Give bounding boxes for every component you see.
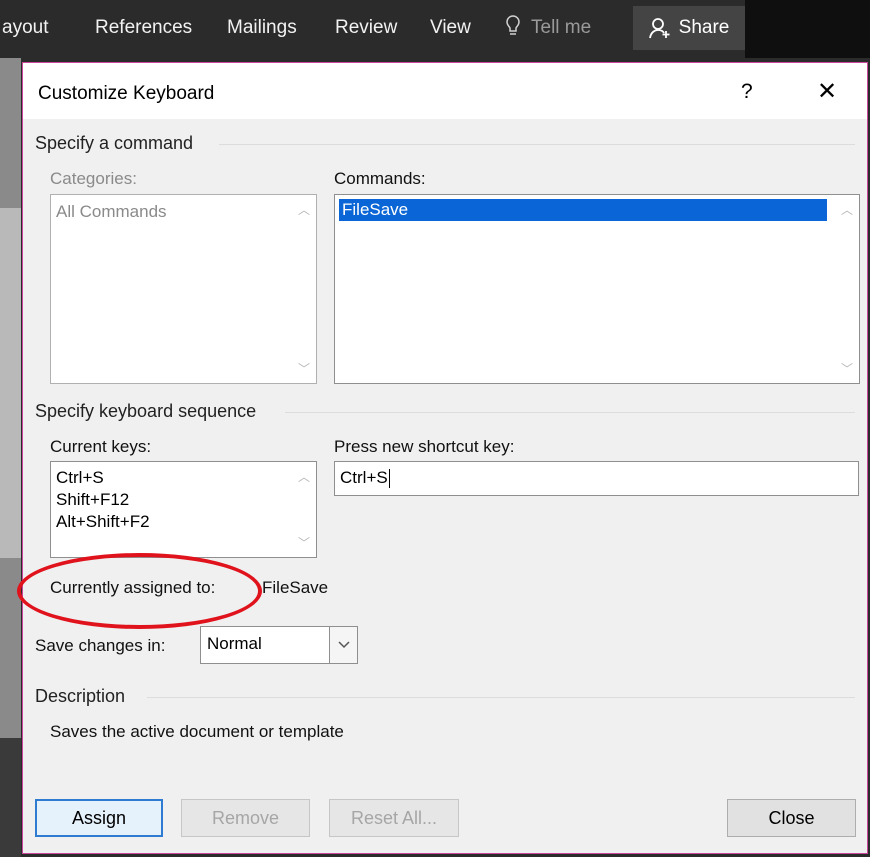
current-key-item[interactable]: Ctrl+S — [56, 468, 104, 488]
chevron-up-icon[interactable]: ︿ — [298, 468, 310, 485]
categories-listbox[interactable]: All Commands ︿ ﹀ — [50, 194, 317, 384]
chevron-down-icon[interactable]: ﹀ — [298, 534, 310, 551]
group-divider — [147, 697, 855, 698]
tab-mailings[interactable]: Mailings — [227, 17, 297, 39]
document-edge-dark — [0, 738, 21, 857]
tab-review[interactable]: Review — [335, 17, 397, 39]
tab-layout[interactable]: ayout — [2, 17, 48, 39]
assign-button[interactable]: Assign — [35, 799, 163, 837]
categories-label: Categories: — [50, 169, 137, 188]
save-in-value: Normal — [207, 634, 262, 653]
commands-label: Commands: — [334, 169, 426, 188]
description-text: Saves the active document or template — [50, 722, 344, 741]
commands-scrollbar[interactable]: ︿ ﹀ — [835, 195, 859, 383]
group-divider — [219, 144, 855, 145]
chevron-up-icon[interactable]: ︿ — [298, 201, 310, 218]
category-item[interactable]: All Commands — [56, 202, 167, 222]
remove-button[interactable]: Remove — [181, 799, 310, 837]
close-button[interactable]: Close — [727, 799, 856, 837]
share-button[interactable]: Share — [633, 6, 745, 50]
chevron-up-icon[interactable]: ︿ — [841, 201, 853, 218]
new-key-label: Press new shortcut key: — [334, 437, 515, 456]
dialog-title: Customize Keyboard — [38, 83, 215, 104]
reset-all-button[interactable]: Reset All... — [329, 799, 459, 837]
chevron-down-icon[interactable]: ﹀ — [841, 360, 853, 377]
assigned-label: Currently assigned to: — [50, 578, 216, 597]
categories-scrollbar[interactable]: ︿ ﹀ — [292, 195, 316, 383]
ribbon-right-area — [745, 0, 870, 58]
customize-keyboard-dialog: Customize Keyboard ? ✕ Specify a command… — [17, 62, 868, 854]
group-divider — [285, 412, 855, 413]
lightbulb-icon — [506, 15, 520, 35]
ribbon-bar: ayout References Mailings Review View Te… — [0, 0, 870, 58]
save-in-label: Save changes in: — [35, 636, 166, 655]
chevron-down-icon[interactable]: ﹀ — [298, 360, 310, 377]
help-button[interactable]: ? — [741, 80, 753, 104]
specify-keys-heading: Specify keyboard sequence — [35, 401, 257, 421]
person-add-icon — [648, 18, 670, 39]
current-key-item[interactable]: Alt+Shift+F2 — [56, 512, 150, 532]
document-edge-strip — [0, 208, 21, 558]
close-icon[interactable]: ✕ — [817, 77, 837, 106]
assigned-value: FileSave — [262, 578, 329, 597]
tab-view[interactable]: View — [430, 17, 471, 39]
current-keys-scrollbar[interactable]: ︿ ﹀ — [292, 462, 316, 557]
current-keys-listbox[interactable]: Ctrl+S Shift+F12 Alt+Shift+F2 ︿ ﹀ — [50, 461, 317, 558]
new-shortcut-value: Ctrl+S — [340, 468, 388, 487]
tab-references[interactable]: References — [95, 17, 192, 39]
tell-me-search[interactable]: Tell me — [531, 17, 591, 39]
current-keys-label: Current keys: — [50, 437, 152, 456]
description-heading: Description — [35, 686, 126, 706]
document-edge — [0, 58, 21, 857]
share-label: Share — [678, 17, 730, 38]
specify-command-heading: Specify a command — [35, 133, 194, 153]
text-caret — [388, 469, 390, 489]
save-in-dropdown[interactable]: Normal — [200, 626, 358, 664]
dialog-titlebar: Customize Keyboard ? ✕ — [23, 63, 867, 119]
current-key-item[interactable]: Shift+F12 — [56, 490, 129, 510]
new-shortcut-input[interactable]: Ctrl+S — [334, 461, 859, 496]
chevron-down-icon[interactable] — [329, 627, 357, 663]
command-item-selected[interactable]: FileSave — [339, 199, 827, 221]
commands-listbox[interactable]: FileSave ︿ ﹀ — [334, 194, 860, 384]
